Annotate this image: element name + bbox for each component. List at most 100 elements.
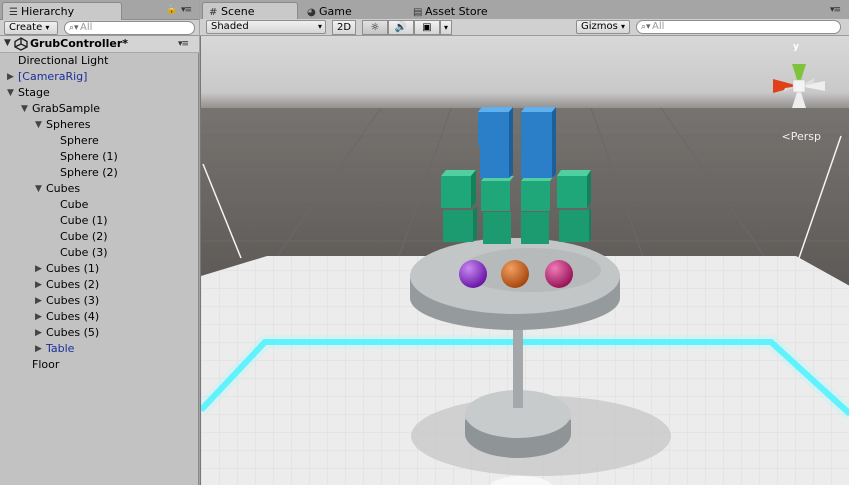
projection-toggle[interactable]: <Persp xyxy=(782,130,821,143)
collapse-arrow-icon[interactable]: ▶ xyxy=(35,341,42,357)
hierarchy-item-label: Sphere xyxy=(60,134,99,147)
hierarchy-item[interactable]: ▼ Stage xyxy=(0,85,199,101)
orientation-gizmo[interactable]: y xyxy=(767,42,831,112)
hierarchy-item[interactable]: ▼ Cubes xyxy=(0,181,199,197)
hierarchy-item[interactable]: Cube (2) xyxy=(0,229,199,245)
axis-gizmo-icon xyxy=(773,64,825,108)
tab-game-label: Game xyxy=(319,5,352,18)
grid-icon: # xyxy=(209,7,218,18)
hierarchy-item-label: Cube xyxy=(60,198,89,211)
expand-arrow-icon[interactable]: ▼ xyxy=(4,38,11,48)
collapse-arrow-icon[interactable]: ▶ xyxy=(35,293,42,309)
hierarchy-item[interactable]: Cube xyxy=(0,197,199,213)
chevron-down-icon: ▾ xyxy=(45,23,50,32)
hierarchy-item[interactable]: ▶ Cubes (5) xyxy=(0,325,199,341)
hierarchy-item[interactable]: Sphere (1) xyxy=(0,149,199,165)
persp-arrow-icon: < xyxy=(781,130,791,143)
hierarchy-item-label: Floor xyxy=(32,358,60,371)
hierarchy-item-label: Cubes (2) xyxy=(46,278,100,291)
hierarchy-item-label: Cubes xyxy=(46,182,81,195)
chevron-down-icon: ▾ xyxy=(621,22,626,31)
blue-cube xyxy=(521,112,552,146)
panel-menu-icon[interactable]: ▾≡ xyxy=(830,5,841,15)
hierarchy-item[interactable]: ▶ Cubes (3) xyxy=(0,293,199,309)
effects-dropdown[interactable]: ▾ xyxy=(440,20,452,35)
scene-search-input[interactable]: ⌕▾ All xyxy=(636,20,841,34)
tab-scene-label: Scene xyxy=(221,5,255,18)
hierarchy-item[interactable]: ▶ Table xyxy=(0,341,199,357)
hierarchy-item[interactable]: ▼ GrabSample xyxy=(0,101,199,117)
green-cube xyxy=(521,212,549,244)
tab-hierarchy[interactable]: ☰ Hierarchy xyxy=(2,2,122,20)
tab-scene[interactable]: # Scene xyxy=(202,2,298,20)
hierarchy-item[interactable]: Cube (1) xyxy=(0,213,199,229)
hierarchy-item[interactable]: Directional Light xyxy=(0,53,199,69)
shading-mode-dropdown[interactable]: Shaded ▾ xyxy=(206,20,326,34)
tab-game[interactable]: ◕ Game xyxy=(300,2,404,20)
panel-menu-icon[interactable]: ▾≡ xyxy=(181,5,192,15)
hierarchy-item[interactable]: ▶ Cubes (4) xyxy=(0,309,199,325)
green-cube xyxy=(483,212,511,244)
expand-arrow-icon[interactable]: ▼ xyxy=(21,101,28,117)
hierarchy-item[interactable]: ▼ Spheres xyxy=(0,117,199,133)
scene-viewport[interactable]: y <Persp xyxy=(200,36,849,485)
sphere-orange xyxy=(501,260,529,288)
hierarchy-item[interactable]: Floor xyxy=(0,357,199,373)
projection-label: Persp xyxy=(790,130,821,143)
hierarchy-item-label: Cube (2) xyxy=(60,230,108,243)
effects-toggle[interactable]: ▣ xyxy=(414,20,440,35)
sphere-magenta xyxy=(545,260,573,288)
hierarchy-item-label: Table xyxy=(46,342,75,355)
hierarchy-panel: ☰ Hierarchy 🔒 ▾≡ Create ▾ ⌕▾ All ▼ GrubCo… xyxy=(0,0,199,485)
lighting-toggle[interactable]: ☼ xyxy=(362,20,388,35)
hierarchy-item-label: Sphere (2) xyxy=(60,166,118,179)
collapse-arrow-icon[interactable]: ▶ xyxy=(35,261,42,277)
hierarchy-item-label: Cubes (3) xyxy=(46,294,100,307)
tab-asset-store[interactable]: ▤ Asset Store xyxy=(406,2,516,20)
scene-search-placeholder: All xyxy=(652,21,665,32)
list-icon: ☰ xyxy=(9,7,18,18)
collapse-arrow-icon[interactable]: ▶ xyxy=(35,325,42,341)
green-cube xyxy=(521,181,550,211)
hierarchy-search-input[interactable]: ⌕▾ All xyxy=(64,21,195,35)
green-cube xyxy=(559,210,589,242)
hierarchy-item-label: Cube (1) xyxy=(60,214,108,227)
scene-root-row[interactable]: ▼ GrubController* ▾≡ xyxy=(0,36,199,53)
hierarchy-tree: Directional Light ▶ [CameraRig] ▼ Stage ▼ Grab… xyxy=(0,53,199,373)
create-dropdown[interactable]: Create ▾ xyxy=(4,21,58,35)
hierarchy-search-placeholder: All xyxy=(80,22,93,33)
store-icon: ▤ xyxy=(413,7,423,18)
green-cube xyxy=(441,176,471,208)
toggle-2d-button[interactable]: 2D xyxy=(332,20,356,35)
tab-hierarchy-label: Hierarchy xyxy=(21,5,75,18)
hierarchy-item[interactable]: ▶ Cubes (2) xyxy=(0,277,199,293)
collapse-arrow-icon[interactable]: ▶ xyxy=(35,309,42,325)
hierarchy-tab-bar: ☰ Hierarchy 🔒 ▾≡ xyxy=(0,0,199,20)
gizmos-dropdown[interactable]: Gizmos ▾ xyxy=(576,20,630,34)
hierarchy-item-label: Sphere (1) xyxy=(60,150,118,163)
hierarchy-item[interactable]: Cube (3) xyxy=(0,245,199,261)
search-icon: ⌕▾ xyxy=(69,23,79,33)
lock-icon[interactable]: 🔒 xyxy=(166,5,177,15)
scene-menu-icon[interactable]: ▾≡ xyxy=(178,39,189,49)
hierarchy-item-label: Cube (3) xyxy=(60,246,108,259)
table-stem xyxy=(513,326,523,408)
hierarchy-item[interactable]: Sphere (2) xyxy=(0,165,199,181)
expand-arrow-icon[interactable]: ▼ xyxy=(35,117,42,133)
hierarchy-item[interactable]: ▶ [CameraRig] xyxy=(0,69,199,85)
expand-arrow-icon[interactable]: ▼ xyxy=(35,181,42,197)
hierarchy-item-label: Spheres xyxy=(46,118,91,131)
audio-toggle[interactable]: 🔊 xyxy=(388,20,414,35)
hierarchy-item[interactable]: ▶ Cubes (1) xyxy=(0,261,199,277)
pacman-icon: ◕ xyxy=(307,7,316,18)
scene-render xyxy=(201,36,849,485)
hierarchy-item-label: GrabSample xyxy=(32,102,101,115)
chevron-down-icon: ▾ xyxy=(317,22,322,31)
collapse-arrow-icon[interactable]: ▶ xyxy=(35,277,42,293)
blue-cube xyxy=(478,112,509,146)
hierarchy-item[interactable]: Sphere xyxy=(0,133,199,149)
unity-logo-icon xyxy=(14,37,28,54)
collapse-arrow-icon[interactable]: ▶ xyxy=(7,69,14,85)
hierarchy-item-label: Cubes (4) xyxy=(46,310,100,323)
expand-arrow-icon[interactable]: ▼ xyxy=(7,85,14,101)
